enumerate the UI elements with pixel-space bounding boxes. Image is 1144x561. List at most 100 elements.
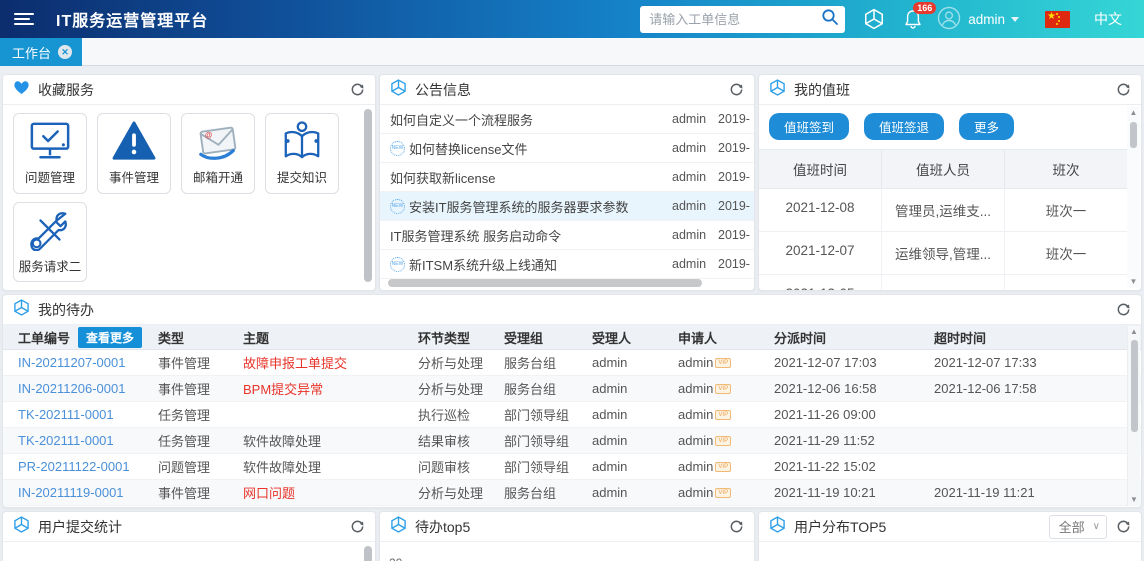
user-menu[interactable]: admin — [937, 6, 1019, 33]
favorites-scrollbar[interactable] — [364, 109, 372, 282]
ticket-link[interactable]: IN-20211119-0001 — [18, 485, 124, 500]
table-row[interactable]: 2021-12-07 运维领导,管理... 班次一 — [759, 232, 1127, 275]
announcement-item[interactable]: 如何自定义一个流程服务 admin 2019- — [380, 105, 754, 134]
table-row[interactable]: 2021-12-08 管理员,运维支... 班次一 — [759, 189, 1127, 232]
cube-icon — [769, 78, 786, 101]
service-card-incident[interactable]: 事件管理 — [97, 113, 171, 194]
panel-title: 待办top5 — [415, 518, 471, 535]
chevron-down-icon: ∨ — [1092, 521, 1100, 532]
reading-book-icon — [279, 120, 325, 167]
duty-table-header: 值班时间 值班人员 班次 — [759, 149, 1127, 189]
china-flag-icon[interactable]: ★ — [1045, 10, 1070, 28]
new-icon: NEW — [390, 140, 405, 156]
filter-select[interactable]: 全部 ∨ — [1048, 514, 1107, 539]
panel-title: 收藏服务 — [38, 81, 94, 98]
scroll-up-icon[interactable]: ▲ — [1127, 107, 1140, 119]
announcement-item[interactable]: NEW 如何替换license文件 admin 2019- — [380, 134, 754, 163]
search-icon[interactable] — [821, 8, 839, 31]
announcement-item[interactable]: IT服务管理系统 服务启动命令 admin 2019- — [380, 221, 754, 250]
user-dist-panel: 用户分布TOP5 全部 ∨ — [758, 511, 1142, 561]
todo-top5-panel: 待办top5 20 — [379, 511, 755, 561]
app-window: IT服务运营管理平台 166 admin ★ — [0, 0, 1144, 561]
tools-icon — [27, 209, 73, 256]
cube-icon — [390, 78, 407, 101]
tab-workbench[interactable]: 工作台 ✕ — [0, 38, 83, 66]
refresh-icon[interactable] — [350, 519, 365, 534]
announcement-item[interactable]: NEW 安装IT服务管理系统的服务器要求参数 admin 2019- — [380, 192, 754, 221]
duty-checkout-button[interactable]: 值班签退 — [864, 113, 945, 140]
cube-icon — [13, 298, 30, 321]
duty-checkin-button[interactable]: 值班签到 — [769, 113, 850, 140]
vip-badge: VIP — [715, 435, 732, 446]
top-navbar: IT服务运营管理平台 166 admin ★ — [0, 0, 1144, 38]
search-box[interactable] — [640, 5, 846, 33]
panel-title: 公告信息 — [415, 81, 471, 98]
duty-more-button[interactable]: 更多 — [959, 113, 1015, 140]
announcements-hscrollbar[interactable] — [388, 279, 703, 287]
scroll-up-icon[interactable]: ▲ — [1128, 326, 1140, 338]
new-icon: NEW — [390, 256, 405, 272]
language-switcher[interactable]: 中文 — [1094, 9, 1122, 29]
refresh-icon[interactable] — [1116, 519, 1131, 534]
vip-badge: VIP — [715, 357, 732, 368]
table-row[interactable]: IN-20211206-0001 事件管理 BPM提交异常 分析与处理 服务台组… — [3, 376, 1141, 402]
refresh-icon[interactable] — [350, 82, 365, 97]
announcement-item[interactable]: NEW 新ITSM系统升级上线通知 admin 2019- — [380, 250, 754, 279]
ticket-link[interactable]: IN-20211207-0001 — [18, 355, 125, 370]
ticket-link[interactable]: IN-20211206-0001 — [18, 381, 125, 396]
scroll-down-icon[interactable]: ▼ — [1127, 276, 1140, 288]
panel-title: 用户分布TOP5 — [794, 518, 887, 535]
new-icon: NEW — [390, 198, 405, 214]
warning-triangle-icon — [111, 120, 157, 167]
scroll-down-icon[interactable]: ▼ — [1128, 494, 1140, 506]
submit-stats-panel: 用户提交统计 — [2, 511, 376, 561]
table-row[interactable]: IN-20211207-0001 事件管理 故障申报工单提交 分析与处理 服务台… — [3, 350, 1141, 376]
svg-text:@: @ — [204, 130, 213, 140]
notifications-bell-icon[interactable]: 166 — [903, 1, 937, 30]
todo-table-header: 工单编号 查看更多 类型 主题 环节类型 受理组 受理人 申请人 分派时间 超时… — [3, 325, 1141, 350]
monitor-check-icon — [27, 120, 73, 167]
service-card-problem[interactable]: 问题管理 — [13, 113, 87, 194]
vip-badge: VIP — [715, 487, 732, 498]
duty-scrollbar[interactable]: ▲ ▼ — [1127, 107, 1140, 288]
table-row[interactable]: PR-20211122-0001 问题管理 软件故障处理 问题审核 部门领导组 … — [3, 454, 1141, 480]
duty-panel: 我的值班 值班签到 值班签退 更多 值班时间 值班人员 班次 2021-12-0… — [758, 74, 1142, 291]
todo-scrollbar[interactable]: ▲ ▼ — [1127, 326, 1140, 506]
vip-badge: VIP — [715, 383, 732, 394]
service-card-request[interactable]: 服务请求二 — [13, 201, 87, 283]
view-more-button[interactable]: 查看更多 — [78, 326, 143, 348]
submit-stats-scrollbar[interactable] — [364, 546, 372, 561]
chevron-down-icon — [1011, 16, 1019, 22]
cube-icon — [13, 515, 30, 538]
announcement-item[interactable]: 如何获取新license admin 2019- — [380, 163, 754, 192]
todo-panel: 我的待办 工单编号 查看更多 类型 主题 环节类型 受理组 受理人 申请人 分派… — [2, 294, 1142, 508]
service-card-mailbox[interactable]: @ 邮箱开通 — [181, 113, 255, 194]
ticket-link[interactable]: TK-202111-0001 — [18, 433, 114, 448]
ticket-link[interactable]: TK-202111-0001 — [18, 407, 114, 422]
tab-close-icon[interactable]: ✕ — [58, 45, 73, 59]
refresh-icon[interactable] — [729, 519, 744, 534]
announcements-panel: 公告信息 如何自定义一个流程服务 admin 2019- NEW 如何替换lic… — [379, 74, 755, 291]
favorites-panel: 收藏服务 问题管理 事件管理 @ 邮箱开通 提交知识 服务请求二 — [2, 74, 376, 291]
table-row[interactable]: TK-202111-0001 任务管理 软件故障处理 结果审核 部门领导组 ad… — [3, 428, 1141, 454]
cube-icon — [390, 515, 407, 538]
refresh-icon[interactable] — [1116, 302, 1131, 317]
axis-tick-label: 20 — [389, 556, 402, 561]
search-input[interactable] — [649, 11, 822, 27]
refresh-icon[interactable] — [729, 82, 744, 97]
refresh-icon[interactable] — [1116, 82, 1131, 97]
email-icon: @ — [195, 120, 241, 167]
vip-badge: VIP — [715, 409, 732, 420]
username: admin — [968, 11, 1005, 27]
service-card-knowledge[interactable]: 提交知识 — [265, 113, 339, 194]
avatar — [937, 6, 961, 33]
table-row[interactable]: IN-20211119-0001 事件管理 网口问题 分析与处理 服务台组 ad… — [3, 480, 1141, 506]
cube-icon — [769, 515, 786, 538]
table-row[interactable]: TK-202111-0001 任务管理 执行巡检 部门领导组 admin adm… — [3, 402, 1141, 428]
apps-cube-icon[interactable] — [863, 8, 885, 30]
menu-icon[interactable] — [14, 10, 34, 28]
table-row[interactable]: 2021-12-05 运维支持1,管... 班次二 — [759, 275, 1127, 290]
vip-badge: VIP — [715, 461, 732, 472]
ticket-link[interactable]: PR-20211122-0001 — [18, 459, 130, 474]
panel-title: 我的待办 — [38, 301, 94, 318]
